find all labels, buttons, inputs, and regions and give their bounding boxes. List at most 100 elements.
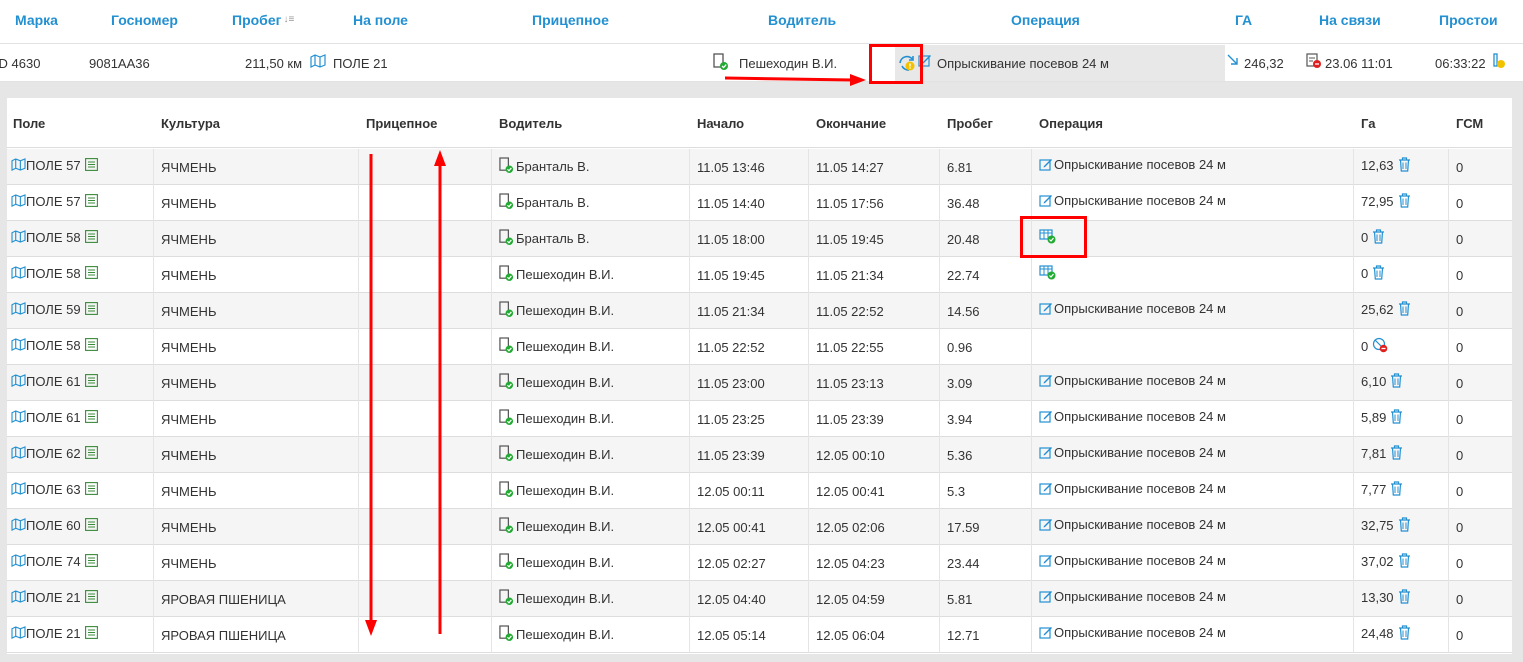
trash-icon[interactable]: [1398, 553, 1411, 571]
field-name[interactable]: ПОЛЕ 60: [26, 518, 81, 533]
list-icon[interactable]: [84, 302, 98, 318]
sort-desc-icon[interactable]: ↓≡: [283, 14, 294, 25]
list-icon[interactable]: [84, 482, 98, 498]
map-icon[interactable]: [11, 626, 26, 642]
driver-cell[interactable]: Пешеходин В.И.: [499, 517, 614, 534]
driver-cell[interactable]: Пешеходин В.И.: [499, 301, 614, 318]
field-cell[interactable]: ПОЛЕ 60: [11, 518, 98, 534]
operation-name[interactable]: Опрыскивание посевов 24 м: [1054, 445, 1226, 460]
trash-icon[interactable]: [1390, 409, 1403, 427]
driver-name[interactable]: Бранталь В.: [516, 195, 589, 210]
edit-icon[interactable]: [1039, 553, 1053, 570]
map-icon[interactable]: [11, 158, 26, 174]
driver-name[interactable]: Пешеходин В.И.: [516, 339, 614, 354]
field-name[interactable]: ПОЛЕ 74: [26, 554, 81, 569]
trash-icon[interactable]: [1398, 157, 1411, 175]
map-icon[interactable]: [11, 338, 26, 354]
list-icon[interactable]: [84, 158, 98, 174]
column-header-downtime[interactable]: Простои: [1439, 12, 1498, 28]
table-row[interactable]: ПОЛЕ 21 ЯРОВАЯ ПШЕНИЦА Пешеходин В.И. 12.05…: [7, 581, 1512, 617]
driver-cell[interactable]: Пешеходин В.И.: [499, 445, 614, 462]
table-row[interactable]: ПОЛЕ 58 ЯЧМЕНЬ Бранталь В. 11.05 18:00 11.05…: [7, 221, 1512, 257]
table-row[interactable]: ПОЛЕ 57 ЯЧМЕНЬ Бранталь В. 11.05 13:46 11.05…: [7, 149, 1512, 185]
list-icon[interactable]: [84, 410, 98, 426]
list-icon[interactable]: [84, 374, 98, 390]
table-row[interactable]: ПОЛЕ 58 ЯЧМЕНЬ Пешеходин В.И. 11.05 22:52 11…: [7, 329, 1512, 365]
field-name[interactable]: ПОЛЕ 61: [26, 410, 81, 425]
map-icon[interactable]: [11, 590, 26, 606]
edit-icon[interactable]: [1039, 157, 1053, 174]
column-header-plate[interactable]: Госномер: [111, 12, 178, 28]
trash-icon[interactable]: [1372, 265, 1385, 283]
th-crop[interactable]: Культура: [161, 116, 220, 131]
driver-cell[interactable]: Пешеходин В.И.: [499, 553, 614, 570]
column-header-mileage[interactable]: Пробег ↓≡: [232, 12, 294, 28]
table-row[interactable]: ПОЛЕ 62 ЯЧМЕНЬ Пешеходин В.И. 11.05 23:39 12…: [7, 437, 1512, 473]
th-start[interactable]: Начало: [697, 116, 744, 131]
vehicle-operation[interactable]: Опрыскивание посевов 24 м: [937, 56, 1109, 71]
trash-icon[interactable]: [1398, 193, 1411, 211]
map-icon[interactable]: [11, 302, 26, 318]
operation-cell[interactable]: Опрыскивание посевов 24 м: [1039, 481, 1226, 497]
operation-name[interactable]: Опрыскивание посевов 24 м: [1054, 409, 1226, 424]
th-driver[interactable]: Водитель: [499, 116, 562, 131]
map-icon[interactable]: [11, 446, 26, 462]
list-icon[interactable]: [84, 230, 98, 246]
edit-icon[interactable]: [1039, 445, 1053, 462]
operation-cell[interactable]: Опрыскивание посевов 24 м: [1039, 625, 1226, 641]
list-icon[interactable]: [84, 518, 98, 534]
field-name[interactable]: ПОЛЕ 61: [26, 374, 81, 389]
operation-cell[interactable]: Опрыскивание посевов 24 м: [1039, 589, 1226, 605]
driver-name[interactable]: Бранталь В.: [516, 231, 589, 246]
field-cell[interactable]: ПОЛЕ 57: [11, 194, 98, 210]
th-field[interactable]: Поле: [13, 116, 45, 131]
field-name[interactable]: ПОЛЕ 57: [26, 194, 81, 209]
column-header-trailer[interactable]: Прицепное: [532, 12, 609, 28]
operation-cell[interactable]: [1039, 265, 1058, 281]
trash-icon[interactable]: [1390, 373, 1403, 391]
column-header-connection[interactable]: На связи: [1319, 12, 1381, 28]
operation-name[interactable]: Опрыскивание посевов 24 м: [1054, 373, 1226, 388]
driver-name[interactable]: Бранталь В.: [516, 159, 589, 174]
driver-name[interactable]: Пешеходин В.И.: [516, 555, 614, 570]
operation-name[interactable]: Опрыскивание посевов 24 м: [1054, 481, 1226, 496]
table-row[interactable]: ПОЛЕ 57 ЯЧМЕНЬ Бранталь В. 11.05 14:40 11.05…: [7, 185, 1512, 221]
field-cell[interactable]: ПОЛЕ 63: [11, 482, 98, 498]
field-name[interactable]: ПОЛЕ 58: [26, 338, 81, 353]
th-trailer[interactable]: Прицепное: [366, 116, 437, 131]
edit-icon[interactable]: [1039, 589, 1053, 606]
table-row[interactable]: ПОЛЕ 74 ЯЧМЕНЬ Пешеходин В.И. 12.05 02:27 12…: [7, 545, 1512, 581]
field-name[interactable]: ПОЛЕ 58: [26, 266, 81, 281]
operation-cell[interactable]: Опрыскивание посевов 24 м: [1039, 517, 1226, 533]
column-header-field[interactable]: На поле: [353, 12, 408, 28]
operation-cell[interactable]: Опрыскивание посевов 24 м: [1039, 157, 1226, 173]
driver-name[interactable]: Пешеходин В.И.: [516, 375, 614, 390]
table-row[interactable]: ПОЛЕ 58 ЯЧМЕНЬ Пешеходин В.И. 11.05 19:45 11…: [7, 257, 1512, 293]
field-name[interactable]: ПОЛЕ 62: [26, 446, 81, 461]
list-icon[interactable]: [84, 338, 98, 354]
driver-cell[interactable]: Бранталь В.: [499, 229, 589, 246]
trash-icon[interactable]: [1390, 481, 1403, 499]
operation-cell[interactable]: Опрыскивание посевов 24 м: [1039, 193, 1226, 209]
table-row[interactable]: ПОЛЕ 59 ЯЧМЕНЬ Пешеходин В.И. 11.05 21:34 11…: [7, 293, 1512, 329]
edit-icon[interactable]: [1039, 409, 1053, 426]
column-header-ha[interactable]: ГА: [1235, 12, 1252, 28]
operation-name[interactable]: Опрыскивание посевов 24 м: [1054, 301, 1226, 316]
field-name[interactable]: ПОЛЕ 21: [26, 626, 81, 641]
field-cell[interactable]: ПОЛЕ 74: [11, 554, 98, 570]
operation-cell[interactable]: Опрыскивание посевов 24 м: [1039, 301, 1226, 317]
field-name[interactable]: ПОЛЕ 21: [26, 590, 81, 605]
driver-cell[interactable]: Пешеходин В.И.: [499, 265, 614, 282]
map-icon[interactable]: [11, 266, 26, 282]
map-icon[interactable]: [11, 374, 26, 390]
field-cell[interactable]: ПОЛЕ 21: [11, 626, 98, 642]
map-icon[interactable]: [11, 230, 26, 246]
field-cell[interactable]: ПОЛЕ 57: [11, 158, 98, 174]
field-name[interactable]: ПОЛЕ 63: [26, 482, 81, 497]
field-name[interactable]: ПОЛЕ 58: [26, 230, 81, 245]
driver-cell[interactable]: Пешеходин В.И.: [499, 409, 614, 426]
field-cell[interactable]: ПОЛЕ 61: [11, 410, 98, 426]
th-mileage[interactable]: Пробег: [947, 116, 993, 131]
vehicle-driver[interactable]: Пешеходин В.И.: [739, 56, 837, 71]
no-entry-icon[interactable]: [1372, 337, 1388, 356]
